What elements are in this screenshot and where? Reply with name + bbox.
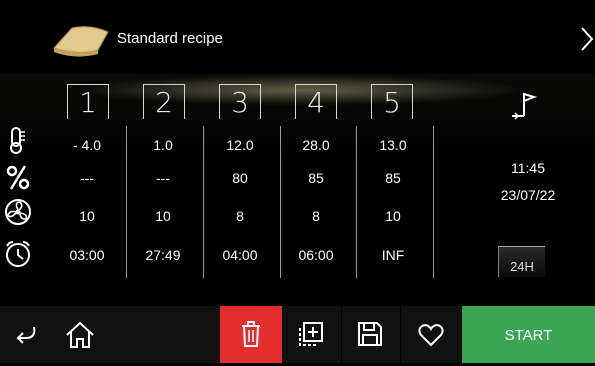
save-button[interactable]: [342, 306, 400, 363]
save-icon: [358, 322, 382, 346]
end-date: 23/07/22: [500, 187, 556, 203]
column-divider: [203, 126, 204, 278]
heart-icon: [418, 324, 444, 347]
alarm-clock-icon: [6, 241, 30, 267]
phase-2-header[interactable]: 2: [143, 84, 185, 119]
phase-3-temperature[interactable]: 12.0: [205, 137, 275, 153]
flag-end-icon[interactable]: [506, 88, 540, 122]
phase-1-header[interactable]: 1: [67, 84, 109, 119]
phase-5-fan[interactable]: 10: [358, 208, 428, 224]
phase-3-fan[interactable]: 8: [205, 208, 275, 224]
phase-1-fan[interactable]: 10: [52, 208, 122, 224]
phase-2-temperature[interactable]: 1.0: [128, 137, 198, 153]
24h-button[interactable]: 24H: [498, 246, 545, 277]
phase-2-time[interactable]: 27:49: [128, 247, 198, 263]
phase-2-humidity[interactable]: ---: [128, 170, 198, 186]
phase-4-humidity[interactable]: 85: [281, 170, 351, 186]
phase-4-temperature[interactable]: 28.0: [281, 137, 351, 153]
home-button[interactable]: [52, 306, 108, 363]
delete-button[interactable]: [220, 306, 282, 363]
phase-3-humidity[interactable]: 80: [205, 170, 275, 186]
phase-1-time[interactable]: 03:00: [52, 247, 122, 263]
column-divider: [433, 126, 434, 278]
trash-icon: [242, 321, 260, 347]
phase-3-time[interactable]: 04:00: [205, 247, 275, 263]
phase-4-fan[interactable]: 8: [281, 208, 351, 224]
phase-4-header[interactable]: 4: [295, 84, 337, 119]
header-bar: Standard recipe: [0, 0, 595, 74]
phase-1-temperature[interactable]: - 4.0: [52, 137, 122, 153]
chevron-right-icon[interactable]: [579, 26, 595, 52]
home-icon: [66, 321, 94, 348]
page-title: Standard recipe: [117, 30, 223, 47]
favorite-button[interactable]: [401, 306, 461, 363]
column-divider: [356, 126, 357, 278]
phase-5-temperature[interactable]: 13.0: [358, 137, 428, 153]
phase-3-header[interactable]: 3: [219, 84, 261, 119]
add-phase-icon: [299, 322, 323, 346]
phase-2-fan[interactable]: 10: [128, 208, 198, 224]
column-divider: [126, 126, 127, 278]
phase-1-humidity[interactable]: ---: [52, 170, 122, 186]
thermometer-icon: [10, 127, 25, 154]
phase-5-header[interactable]: 5: [371, 84, 413, 119]
phase-5-time[interactable]: INF: [358, 247, 428, 263]
add-phase-button[interactable]: [283, 306, 341, 363]
end-time: 11:45: [511, 160, 545, 176]
return-button[interactable]: [0, 306, 52, 363]
phase-5-humidity[interactable]: 85: [358, 170, 428, 186]
start-button[interactable]: START: [462, 306, 595, 363]
return-arrow-icon: [16, 326, 36, 344]
fan-icon: [5, 199, 31, 225]
bread-dough-icon: [53, 26, 109, 57]
phase-4-time[interactable]: 06:00: [281, 247, 351, 263]
percent-icon: [6, 165, 30, 190]
